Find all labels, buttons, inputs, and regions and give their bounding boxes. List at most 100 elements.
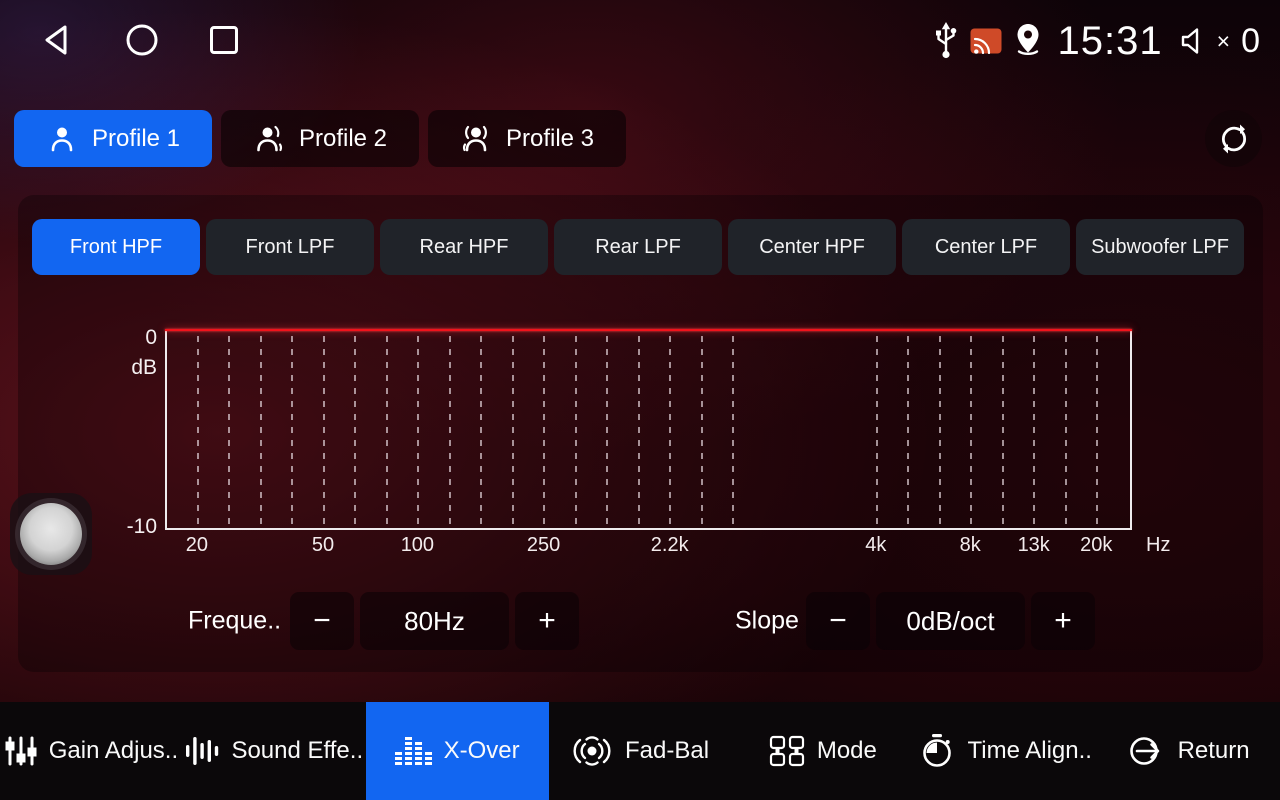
x-tick-label: 20k (1080, 534, 1112, 557)
gain-adjust-icon (5, 736, 37, 766)
x-axis-ticks: Hz 20501002502.2k4k8k13k20k (167, 528, 1130, 564)
profile-person-signal-icon (253, 124, 285, 154)
tab-front-lpf[interactable]: Front LPF (206, 219, 374, 275)
nav-mode[interactable]: Mode (731, 702, 914, 800)
profile-3-button[interactable]: Profile 3 (428, 110, 626, 167)
knob-icon (20, 503, 82, 565)
nav-mode-label: Mode (817, 737, 877, 765)
frequency-minus-button[interactable]: − (290, 592, 354, 650)
chart-gridline (417, 336, 419, 528)
xover-equalizer-icon (395, 737, 432, 765)
android-home-button[interactable] (124, 22, 160, 58)
android-back-button[interactable] (40, 22, 74, 58)
tab-rear-hpf[interactable]: Rear HPF (380, 219, 548, 275)
chart-gridline (449, 336, 451, 528)
refresh-button[interactable] (1205, 110, 1262, 167)
bottom-nav-bar: Gain Adjus.. Sound Effe.. X-Over (0, 702, 1280, 800)
chart-gridline (323, 336, 325, 528)
chart-gridline (543, 336, 545, 528)
chart-gridline (480, 336, 482, 528)
controls-row: Freque.. − 80Hz + Slope − 0dB/oct + (0, 592, 1280, 650)
chart-gridline (701, 336, 703, 528)
chart-gridline (1033, 336, 1035, 528)
plot-area (167, 330, 1130, 528)
x-tick-label: 4k (865, 534, 886, 557)
x-tick-label: 2.2k (651, 534, 689, 557)
chart-gridline (1096, 336, 1098, 528)
chart-gridline (354, 336, 356, 528)
chart-gridline (669, 336, 671, 528)
x-tick-label: 50 (312, 534, 334, 557)
chart-gridline (907, 336, 909, 528)
nav-return[interactable]: Return (1097, 702, 1280, 800)
nav-xover-label: X-Over (444, 737, 520, 765)
sound-effects-icon (185, 735, 219, 767)
volume-level: 0 (1241, 22, 1260, 61)
nav-sound-effects[interactable]: Sound Effe.. (183, 702, 366, 800)
chart-gridline (386, 336, 388, 528)
tab-front-hpf[interactable]: Front HPF (32, 219, 200, 275)
slope-minus-button[interactable]: − (806, 592, 870, 650)
head-unit-screen: 15:31 × 0 Profile 1 Profile 2 (0, 0, 1280, 800)
profile-3-label: Profile 3 (506, 125, 594, 153)
profile-2-button[interactable]: Profile 2 (221, 110, 419, 167)
home-icon (124, 22, 160, 58)
x-axis-unit: Hz (1146, 534, 1170, 557)
chart-gridline (1002, 336, 1004, 528)
time-align-stopwatch-icon (919, 733, 955, 769)
chart-gridline (939, 336, 941, 528)
x-tick-label: 13k (1018, 534, 1050, 557)
nav-fad-bal-label: Fad-Bal (625, 737, 709, 765)
chart-gridline (1065, 336, 1067, 528)
tab-subwoofer-lpf[interactable]: Subwoofer LPF (1076, 219, 1244, 275)
nav-time-align[interactable]: Time Align.. (914, 702, 1097, 800)
mode-speakers-icon (769, 734, 805, 768)
x-tick-label: 250 (527, 534, 560, 557)
volume-times-label: × (1217, 28, 1230, 55)
frequency-label: Freque.. (188, 607, 281, 636)
refresh-sync-icon (1217, 122, 1251, 156)
chart-gridline (260, 336, 262, 528)
profile-person-broadcast-icon (460, 124, 492, 154)
android-recents-button[interactable] (207, 22, 241, 58)
status-bar-right: 15:31 × 0 (933, 14, 1260, 68)
nav-gain-adjust[interactable]: Gain Adjus.. (0, 702, 183, 800)
frequency-response-chart: 0 dB -10 Hz 20501002502.2k4k8k13k20k (165, 330, 1132, 530)
tab-rear-lpf[interactable]: Rear LPF (554, 219, 722, 275)
usb-icon (933, 22, 959, 60)
profile-row: Profile 1 Profile 2 Profile 3 (14, 110, 626, 167)
profile-person-icon (46, 124, 78, 154)
tab-center-hpf[interactable]: Center HPF (728, 219, 896, 275)
frequency-value: 80Hz (360, 592, 509, 650)
chart-gridline (970, 336, 972, 528)
volume-muted-icon (1178, 26, 1208, 56)
chart-gridline (228, 336, 230, 528)
nav-time-align-label: Time Align.. (967, 737, 1092, 765)
chart-gridline (512, 336, 514, 528)
back-icon (40, 22, 74, 58)
frequency-plus-button[interactable]: + (515, 592, 579, 650)
chart-gridline (732, 336, 734, 528)
nav-fad-bal[interactable]: Fad-Bal (549, 702, 732, 800)
chart-gridline (606, 336, 608, 528)
fad-bal-icon (571, 734, 613, 768)
response-curve (165, 329, 1132, 331)
x-tick-label: 100 (401, 534, 434, 557)
profile-1-label: Profile 1 (92, 125, 180, 153)
nav-xover[interactable]: X-Over (366, 702, 549, 800)
chart-gridline (638, 336, 640, 528)
chart-gridline (197, 336, 199, 528)
chart-gridline (575, 336, 577, 528)
recents-icon (207, 22, 241, 58)
slope-plus-button[interactable]: + (1031, 592, 1095, 650)
x-tick-label: 8k (960, 534, 981, 557)
floating-knob-handle[interactable] (10, 493, 92, 575)
nav-gain-adjust-label: Gain Adjus.. (49, 737, 178, 765)
tab-center-lpf[interactable]: Center LPF (902, 219, 1070, 275)
profile-1-button[interactable]: Profile 1 (14, 110, 212, 167)
return-arrow-icon (1128, 734, 1166, 768)
x-tick-label: 20 (186, 534, 208, 557)
nav-sound-effects-label: Sound Effe.. (231, 737, 363, 765)
chart-gridline (876, 336, 878, 528)
location-icon (1013, 23, 1043, 59)
